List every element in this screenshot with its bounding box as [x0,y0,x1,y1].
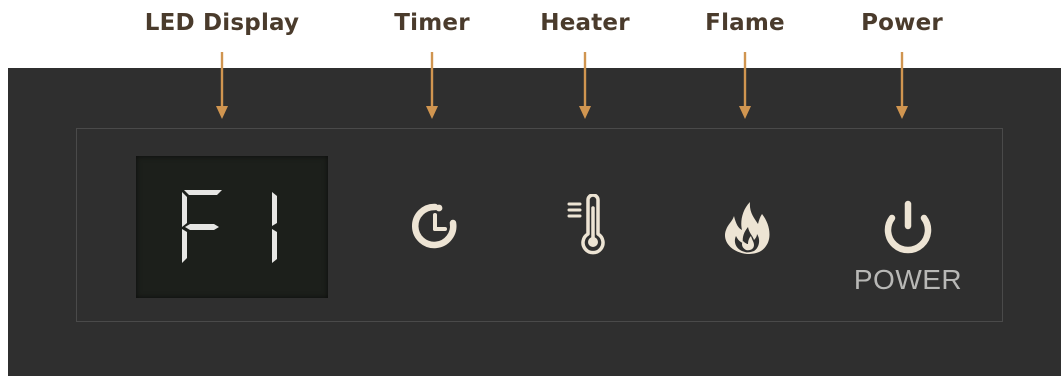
led-digit-f [182,190,222,263]
arrow-heater [579,52,591,119]
arrow-timer [426,52,438,119]
arrow-flame [739,52,751,119]
led-display [136,156,328,298]
callout-timer: Timer [394,10,470,36]
clock-icon [412,203,457,249]
led-display-digits [182,190,277,263]
callout-power: Power [861,10,943,36]
flame-button[interactable] [716,196,778,262]
arrow-power [896,52,908,119]
timer-button[interactable] [404,196,478,258]
arrow-led-display [216,52,228,119]
thermometer-icon [567,193,605,255]
callout-heater: Heater [540,10,630,36]
callout-led-display: LED Display [144,10,300,36]
power-label: POWER [853,264,963,295]
heater-button[interactable] [560,193,614,260]
flame-icon [724,202,770,254]
led-digit-1 [272,192,277,263]
power-icon [884,200,932,254]
callout-flame: Flame [705,10,785,36]
